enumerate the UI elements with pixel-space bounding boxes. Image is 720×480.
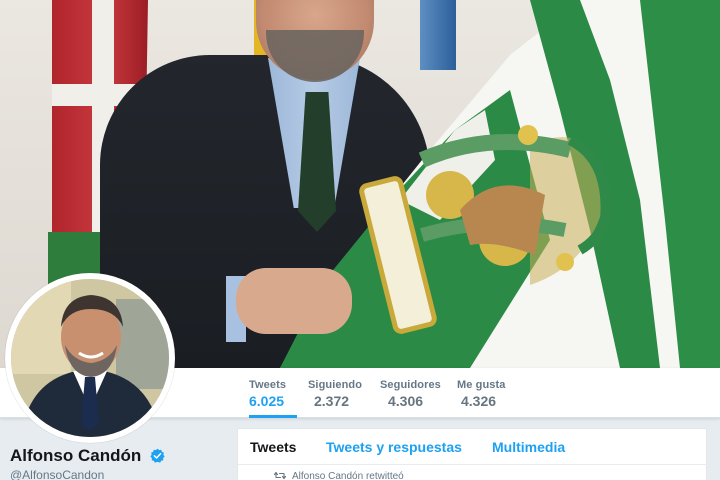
stat-following-label: Siguiendo <box>308 379 363 391</box>
twitter-profile-page: Tweets 6.025 Siguiendo 2.372 Seguidores … <box>0 0 720 480</box>
stat-followers-value: 4.306 <box>388 393 424 409</box>
profile-name-text: Alfonso Candón <box>10 446 142 465</box>
tab-tweets[interactable]: Tweets <box>250 439 296 455</box>
tab-media[interactable]: Multimedia <box>492 439 565 455</box>
verified-badge-icon <box>150 448 165 463</box>
stat-likes[interactable]: Me gusta 4.326 <box>457 368 513 418</box>
retweet-context-text: Alfonso Candón retwitteó <box>292 471 404 480</box>
retweet-icon <box>274 471 286 480</box>
stat-following-value: 2.372 <box>314 393 350 409</box>
stat-tweets[interactable]: Tweets 6.025 <box>249 368 297 418</box>
stat-followers[interactable]: Seguidores 4.306 <box>380 368 446 418</box>
stat-likes-value: 4.326 <box>461 393 497 409</box>
stat-following[interactable]: Siguiendo 2.372 <box>308 368 368 418</box>
tab-tweets-and-replies[interactable]: Tweets y respuestas <box>326 439 462 455</box>
timeline-panel: Tweets Tweets y respuestas Multimedia Al… <box>237 428 708 480</box>
avatar-photo <box>11 279 169 437</box>
stat-followers-label: Seguidores <box>380 379 441 391</box>
retweet-context[interactable]: Alfonso Candón retwitteó <box>274 471 404 480</box>
person-hand <box>236 268 352 334</box>
profile-name[interactable]: Alfonso Candón <box>10 446 165 466</box>
profile-handle[interactable]: @AlfonsoCandon <box>10 468 104 480</box>
stat-tweets-value: 6.025 <box>249 393 285 409</box>
stat-likes-label: Me gusta <box>457 379 506 391</box>
avatar[interactable] <box>11 279 169 437</box>
stat-tweets-label: Tweets <box>249 379 287 391</box>
tabs-divider <box>238 464 708 465</box>
